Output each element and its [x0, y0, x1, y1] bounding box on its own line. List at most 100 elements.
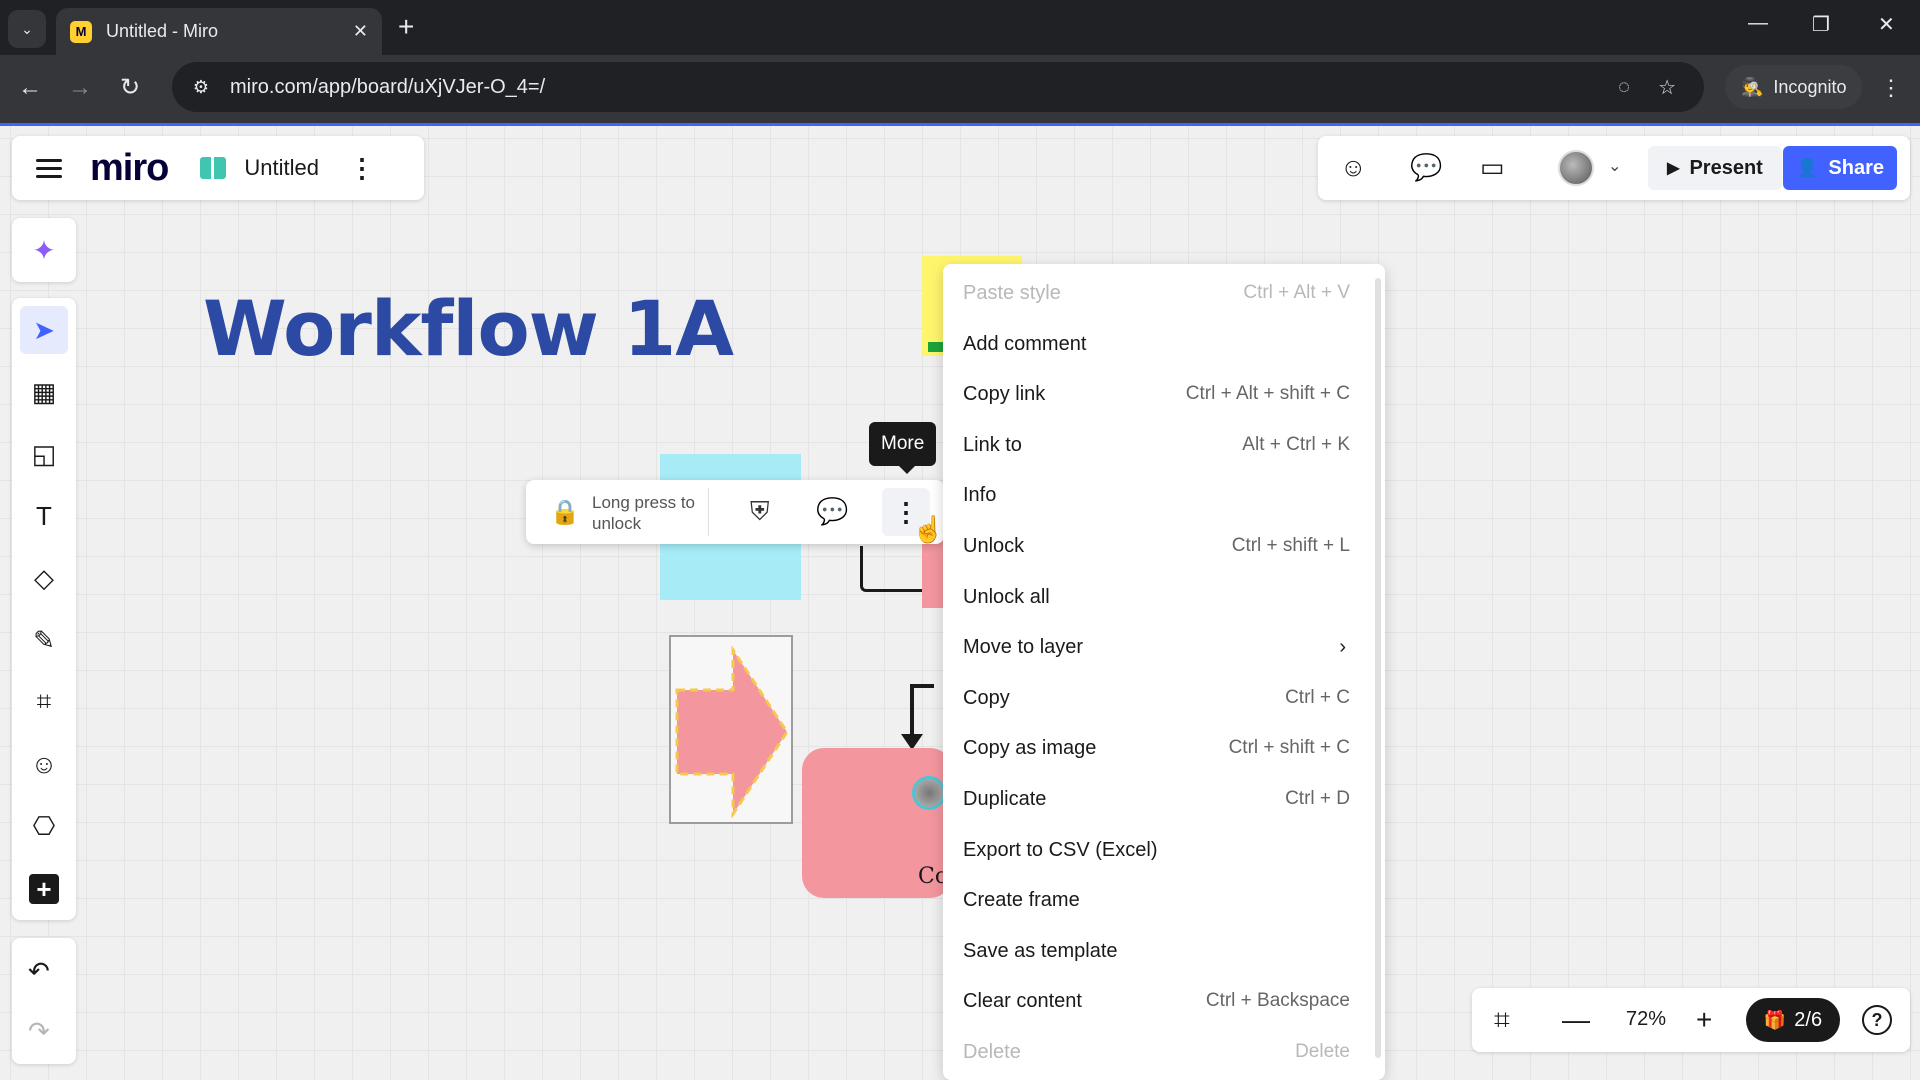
chat-icon[interactable]: 💬: [1410, 152, 1442, 183]
more-tools-icon[interactable]: +: [29, 874, 59, 904]
board-more-icon[interactable]: ⋮: [349, 153, 375, 184]
connector-line[interactable]: [860, 546, 930, 592]
browser-tab[interactable]: M Untitled - Miro ✕: [56, 8, 382, 55]
menu-item-create-frame[interactable]: Create frame: [943, 875, 1385, 925]
undo-redo-panel: ↶ ↷: [12, 938, 76, 1064]
help-icon[interactable]: ?: [1862, 1005, 1892, 1035]
shield-icon[interactable]: ⛨: [750, 496, 770, 528]
menu-item-label: Unlock all: [963, 585, 1050, 608]
undo-icon[interactable]: ↶: [28, 956, 50, 987]
chevron-down-icon[interactable]: ⌄: [1608, 156, 1621, 176]
more-tooltip: More: [869, 422, 937, 474]
menu-item-copy-link[interactable]: Copy link Ctrl + Alt + shift + C: [943, 369, 1385, 419]
pages-count: 2/6: [1794, 1008, 1823, 1031]
menu-item-copy[interactable]: Copy Ctrl + C: [943, 673, 1385, 723]
menu-item-shortcut: Ctrl + shift + L: [1231, 535, 1350, 556]
menu-item-shortcut: Ctrl + Backspace: [1205, 990, 1350, 1011]
menu-item-link-to[interactable]: Link to Alt + Ctrl + K: [943, 420, 1385, 470]
menu-item-label: Create frame: [963, 888, 1080, 911]
tab-close-icon[interactable]: ✕: [353, 21, 368, 42]
menu-item-shortcut: Ctrl + D: [1285, 788, 1350, 809]
menu-item-delete[interactable]: Delete Delete: [943, 1027, 1385, 1077]
pink-arrow-shape[interactable]: [673, 646, 791, 818]
redo-icon[interactable]: ↷: [28, 1016, 50, 1047]
select-tool-icon[interactable]: ➤: [20, 306, 68, 354]
creation-toolbar: ➤ ▦ ◱ T ◇ ✎ ⌗ ☺ ⎔ +: [12, 298, 76, 920]
tab-title: Untitled - Miro: [106, 21, 219, 41]
menu-item-clear-content[interactable]: Clear content Ctrl + Backspace: [943, 976, 1385, 1026]
reactions-icon[interactable]: ☺: [1340, 152, 1367, 183]
zoom-out-icon[interactable]: —: [1562, 1004, 1590, 1036]
menu-item-label: Clear content: [963, 989, 1082, 1012]
miro-logo: miro: [90, 146, 169, 189]
eye-off-icon[interactable]: ◌: [1618, 76, 1630, 99]
menu-item-label: Save as template: [963, 939, 1118, 962]
menu-item-duplicate[interactable]: Duplicate Ctrl + D: [943, 774, 1385, 824]
lock-icon[interactable]: 🔒: [550, 498, 580, 527]
video-call-icon[interactable]: ▭: [1480, 152, 1505, 183]
incognito-badge[interactable]: 🕵 Incognito: [1725, 65, 1863, 109]
menu-item-label: Unlock: [963, 534, 1025, 557]
menu-item-label: Duplicate: [963, 787, 1047, 810]
main-menu-icon[interactable]: [36, 154, 62, 183]
share-person-icon: 👤: [1795, 157, 1819, 178]
pages-button[interactable]: 🎁 2/6: [1746, 998, 1840, 1042]
menu-item-copy-as-image[interactable]: Copy as image Ctrl + shift + C: [943, 723, 1385, 773]
user-avatar[interactable]: [1558, 150, 1594, 186]
menu-item-unlock[interactable]: Unlock Ctrl + shift + L: [943, 521, 1385, 571]
zoom-level[interactable]: 72%: [1616, 1008, 1676, 1031]
menu-item-label: Info: [963, 483, 997, 506]
menu-item-export-csv[interactable]: Export to CSV (Excel): [943, 825, 1385, 875]
minimize-icon[interactable]: —: [1748, 12, 1768, 35]
card-avatar: [912, 776, 946, 810]
new-tab-button[interactable]: +: [398, 12, 414, 42]
menu-item-info[interactable]: Info: [943, 470, 1385, 520]
miro-board-canvas[interactable]: miro Untitled ⋮ ☺ 💬 ▭ ⌄ ▶ Present 👤 Shar…: [0, 126, 1920, 1080]
menu-item-unlock-all[interactable]: Unlock all: [943, 572, 1385, 622]
share-button[interactable]: 👤 Share: [1783, 146, 1897, 190]
ai-assist-button[interactable]: ✦: [12, 218, 76, 282]
text-tool-icon[interactable]: T: [20, 492, 68, 540]
comment-icon[interactable]: 💬: [816, 496, 848, 527]
menu-item-add-comment[interactable]: Add comment: [943, 319, 1385, 369]
present-button[interactable]: ▶ Present: [1648, 146, 1782, 190]
restore-icon[interactable]: ❐: [1812, 12, 1830, 37]
play-icon: ▶: [1667, 160, 1680, 177]
menu-scrollbar[interactable]: [1375, 278, 1381, 1058]
sticky-note-tool-icon[interactable]: ◱: [20, 430, 68, 478]
tab-search-button[interactable]: ⌄: [8, 10, 46, 48]
menu-item-shortcut: Ctrl + C: [1285, 687, 1350, 708]
fit-to-screen-icon[interactable]: ⌗: [1494, 1004, 1510, 1037]
board-title[interactable]: Untitled: [244, 155, 319, 181]
forward-icon[interactable]: →: [68, 73, 92, 103]
chrome-menu-icon[interactable]: ⋮: [1880, 75, 1902, 101]
stickers-tool-icon[interactable]: ☺: [20, 740, 68, 788]
shapes-tool-icon[interactable]: ◇: [20, 554, 68, 602]
back-icon[interactable]: ←: [18, 73, 42, 103]
collaboration-panel: ☺ 💬 ▭ ⌄ ▶ Present 👤 Share: [1318, 136, 1910, 200]
templates-tool-icon[interactable]: ▦: [20, 368, 68, 416]
share-label: Share: [1828, 156, 1884, 179]
url-text[interactable]: miro.com/app/board/uXjVJer-O_4=/: [230, 76, 1618, 99]
menu-item-label: Link to: [963, 433, 1022, 456]
pen-tool-icon[interactable]: ✎: [20, 616, 68, 664]
site-info-icon[interactable]: ⚙: [186, 77, 216, 98]
miro-favicon-icon: M: [70, 20, 92, 43]
address-bar[interactable]: ⚙ miro.com/app/board/uXjVJer-O_4=/ ◌ ☆: [172, 62, 1704, 112]
menu-item-move-to-layer[interactable]: Move to layer ›: [943, 622, 1385, 672]
window-close-icon[interactable]: ✕: [1878, 12, 1895, 37]
gift-icon: 🎁: [1763, 1009, 1787, 1030]
workflow-title-text[interactable]: Workflow 1A: [203, 284, 734, 373]
diagram-tool-icon[interactable]: ⎔: [20, 802, 68, 850]
menu-item-shortcut: Delete: [1295, 1041, 1350, 1062]
menu-item-save-as-template[interactable]: Save as template: [943, 926, 1385, 976]
reload-icon[interactable]: ↻: [120, 73, 140, 103]
menu-item-paste-style[interactable]: Paste style Ctrl + Alt + V: [943, 268, 1385, 318]
frame-tool-icon[interactable]: ⌗: [20, 678, 68, 726]
long-press-unlock-text[interactable]: Long press to unlock: [592, 492, 702, 534]
sparkle-icon: ✦: [32, 234, 56, 266]
zoom-in-icon[interactable]: +: [1696, 1004, 1712, 1036]
menu-item-shortcut: Alt + Ctrl + K: [1242, 434, 1350, 455]
present-label: Present: [1689, 156, 1763, 179]
bookmark-star-icon[interactable]: ☆: [1658, 75, 1676, 100]
